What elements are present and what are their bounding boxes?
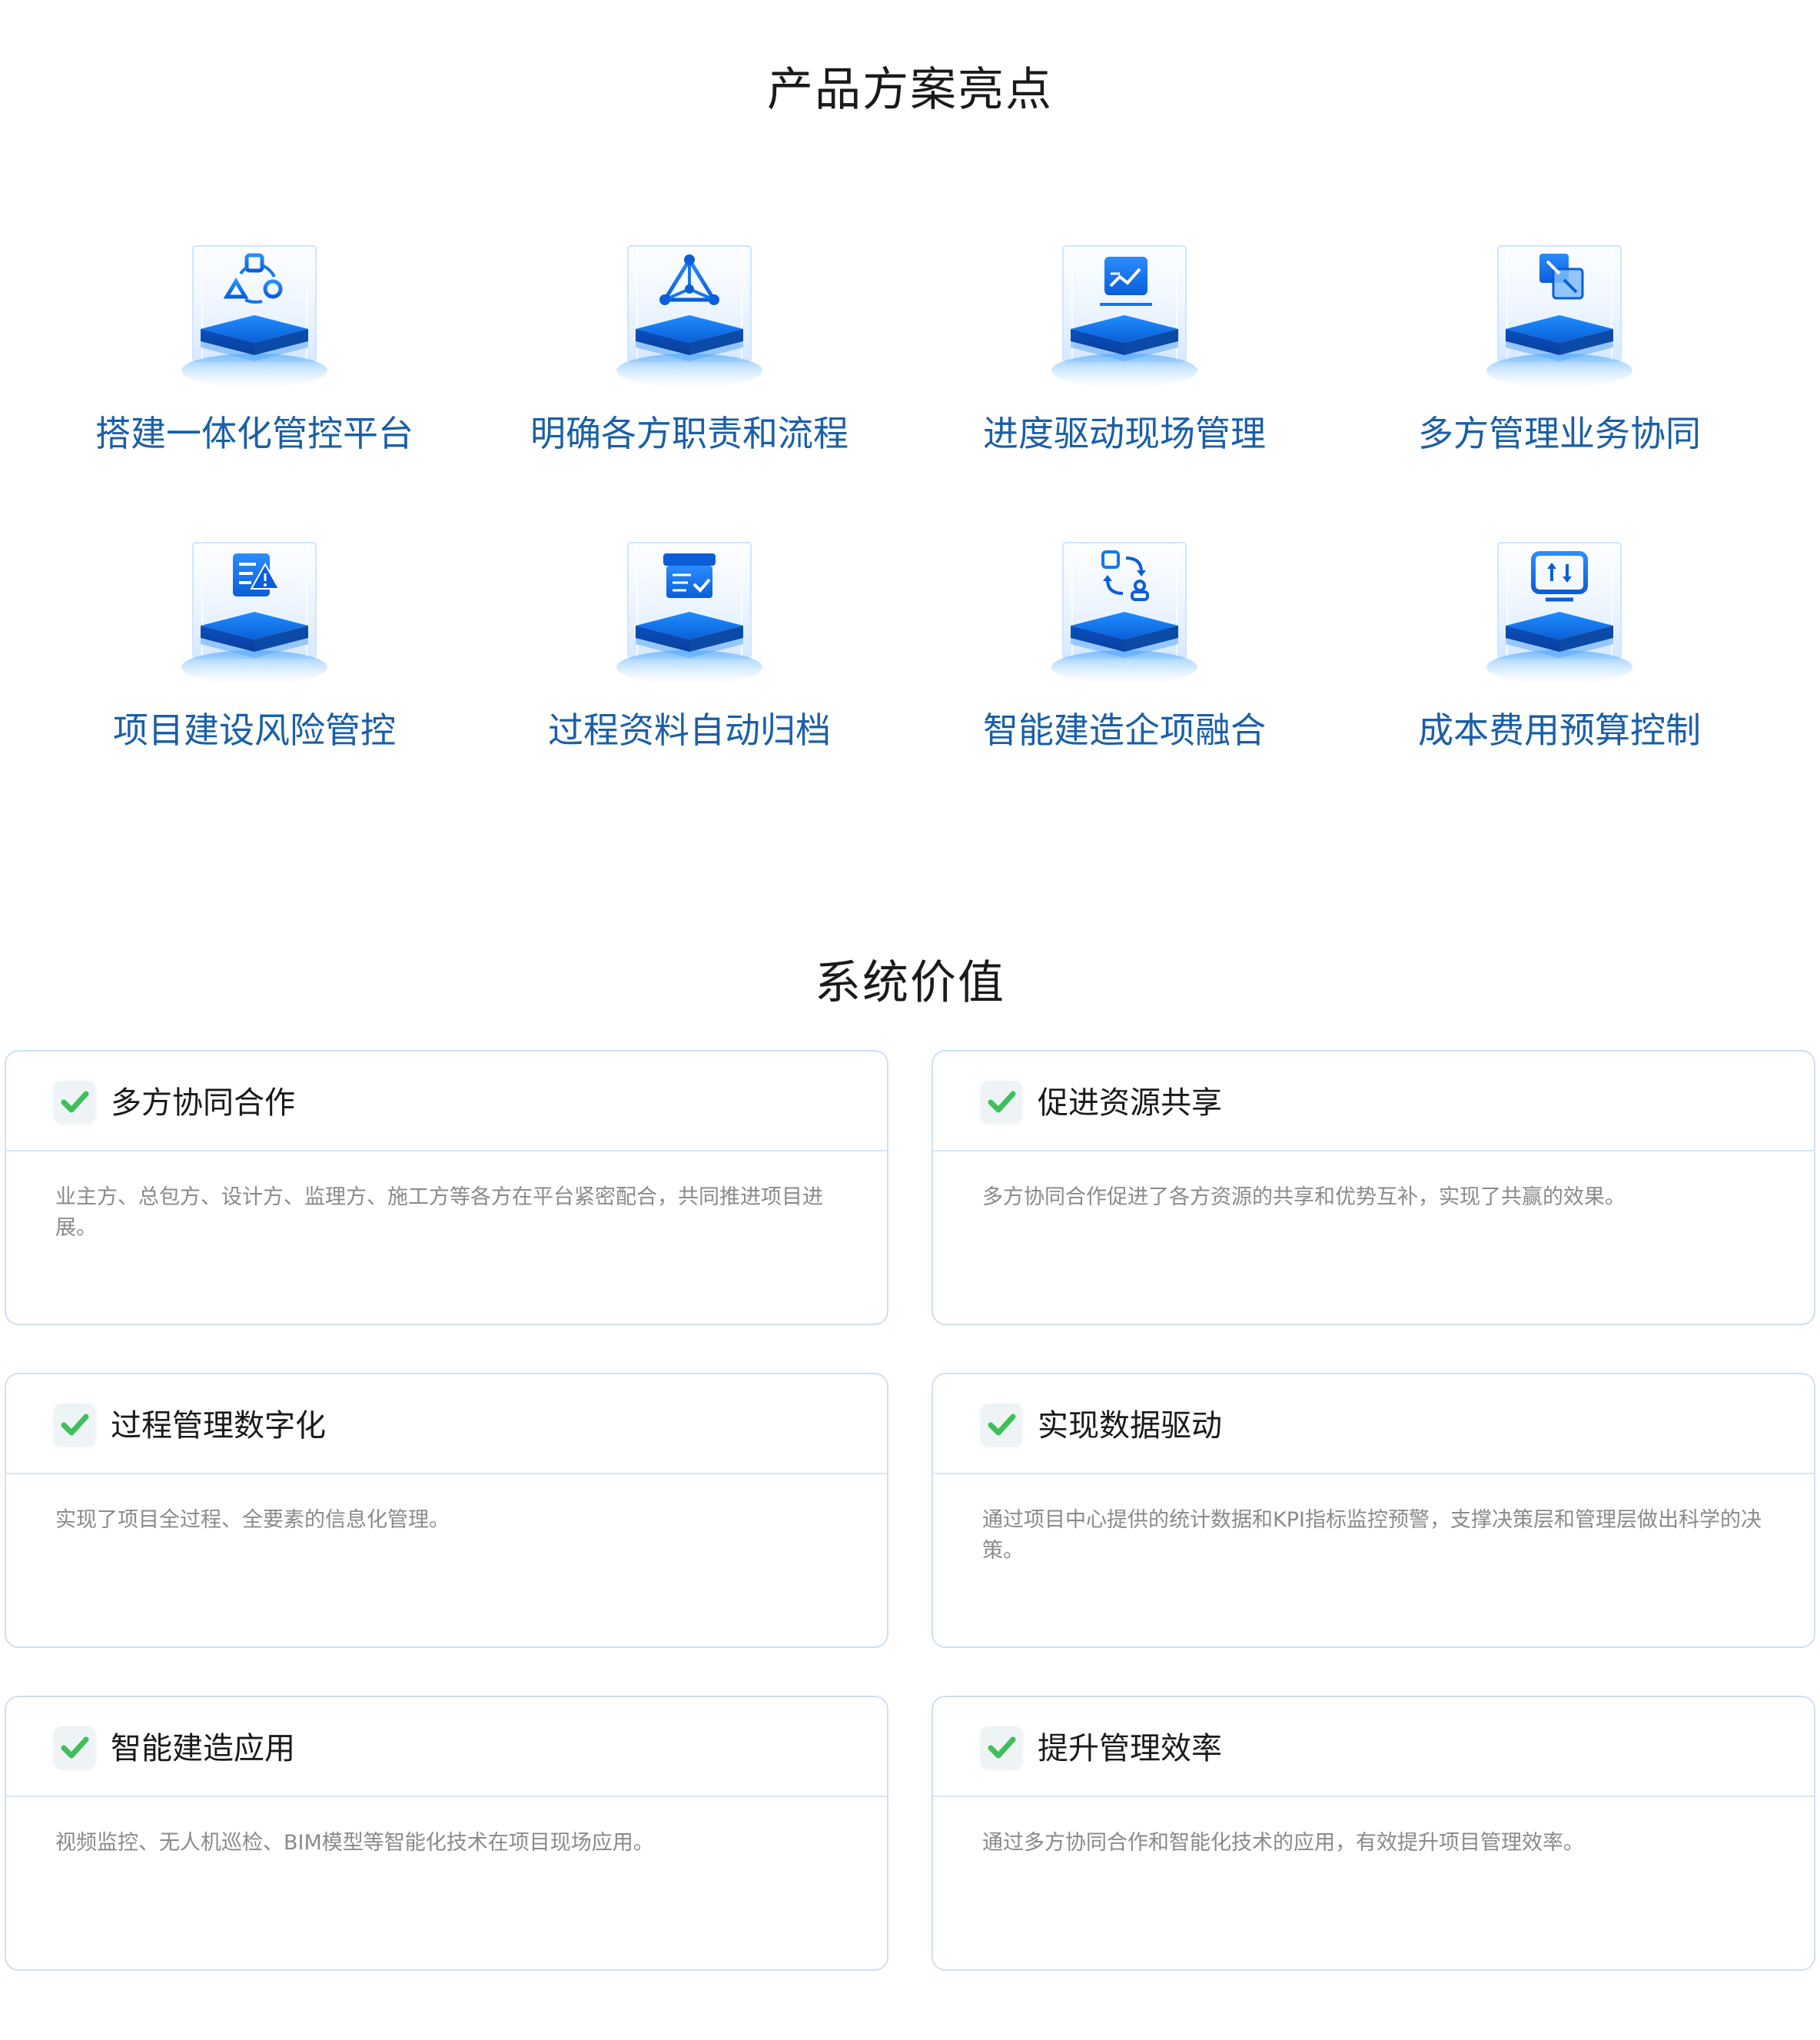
highlights-title: 产品方案亮点 <box>767 63 1053 117</box>
value-card-title: 多方协同合作 <box>111 1085 295 1121</box>
highlight-label: 搭建一体化管控平台 <box>95 413 413 454</box>
value-card-desc: 视频监控、无人机巡检、BIM模型等智能化技术在项目现场应用。 <box>55 1831 654 1855</box>
checkmark-icon <box>981 1404 1022 1445</box>
highlight-item: 智能建造企项融合 <box>907 535 1342 812</box>
checkmark-icon <box>54 1081 95 1122</box>
highlight-label: 进度驱动现场管理 <box>983 413 1266 454</box>
highlight-item: 多方管理业务协同 <box>1342 238 1777 515</box>
highlight-label: 智能建造企项融合 <box>983 709 1266 751</box>
value-card-desc: 通过多方协同合作和智能化技术的应用，有效提升项目管理效率。 <box>982 1831 1584 1855</box>
highlight-label: 明确各方职责和流程 <box>530 413 849 454</box>
highlight-item: 进度驱动现场管理 <box>907 238 1342 515</box>
checkmark-icon <box>54 1726 95 1768</box>
network-triangle-icon <box>614 238 765 392</box>
value-card-header: 多方协同合作 <box>6 1052 887 1151</box>
checkmark-icon <box>981 1726 1022 1768</box>
value-card: 实现数据驱动 通过项目中心提供的统计数据和KPI指标监控预警，支撑决策层和管理层… <box>932 1373 1815 1648</box>
collaborate-arrows-icon <box>1484 238 1635 392</box>
value-card-desc: 通过项目中心提供的统计数据和KPI指标监控预警，支撑决策层和管理层做出科学的决策… <box>982 1508 1762 1563</box>
value-card: 过程管理数字化 实现了项目全过程、全要素的信息化管理。 <box>5 1373 888 1648</box>
value-card-desc: 业主方、总包方、设计方、监理方、施工方等各方在平台紧密配合，共同推进项目进展。 <box>55 1185 823 1240</box>
value-card-title: 过程管理数字化 <box>111 1408 326 1444</box>
value-card-title: 提升管理效率 <box>1038 1731 1222 1766</box>
value-card-header: 实现数据驱动 <box>933 1374 1814 1474</box>
checkmark-icon <box>981 1081 1022 1122</box>
archive-box-icon <box>614 535 765 689</box>
value-card-desc: 实现了项目全过程、全要素的信息化管理。 <box>55 1508 450 1532</box>
checkmark-icon <box>54 1404 95 1445</box>
highlight-label: 过程资料自动归档 <box>548 709 831 751</box>
value-card-title: 实现数据驱动 <box>1038 1408 1222 1444</box>
progress-chart-icon <box>1049 238 1200 392</box>
highlight-label: 成本费用预算控制 <box>1418 709 1701 751</box>
highlight-item: 搭建一体化管控平台 <box>37 238 472 515</box>
value-card-header: 提升管理效率 <box>933 1697 1814 1797</box>
value-card-header: 智能建造应用 <box>6 1697 887 1797</box>
values-title: 系统价值 <box>815 956 1005 1010</box>
risk-warning-icon <box>179 535 330 689</box>
value-card-desc: 多方协同合作促进了各方资源的共享和优势互补，实现了共赢的效果。 <box>982 1185 1626 1209</box>
value-card-header: 过程管理数字化 <box>6 1374 887 1474</box>
highlight-item: 过程资料自动归档 <box>472 535 907 812</box>
highlight-label: 多方管理业务协同 <box>1418 413 1701 454</box>
value-card-title: 智能建造应用 <box>111 1731 295 1766</box>
value-card: 提升管理效率 通过多方协同合作和智能化技术的应用，有效提升项目管理效率。 <box>932 1696 1815 1971</box>
value-card: 智能建造应用 视频监控、无人机巡检、BIM模型等智能化技术在项目现场应用。 <box>5 1696 888 1971</box>
cycle-shapes-icon <box>179 238 330 392</box>
sync-user-icon <box>1049 535 1200 689</box>
value-card: 促进资源共享 多方协同合作促进了各方资源的共享和优势互补，实现了共赢的效果。 <box>932 1050 1815 1325</box>
value-card: 多方协同合作 业主方、总包方、设计方、监理方、施工方等各方在平台紧密配合，共同推… <box>5 1050 888 1325</box>
highlight-item: 项目建设风险管控 <box>37 535 472 812</box>
highlight-label: 项目建设风险管控 <box>113 709 396 751</box>
highlight-item: 明确各方职责和流程 <box>472 238 907 515</box>
value-card-header: 促进资源共享 <box>933 1052 1814 1151</box>
value-card-title: 促进资源共享 <box>1038 1085 1222 1121</box>
highlight-item: 成本费用预算控制 <box>1342 535 1777 812</box>
budget-monitor-icon <box>1484 535 1635 689</box>
